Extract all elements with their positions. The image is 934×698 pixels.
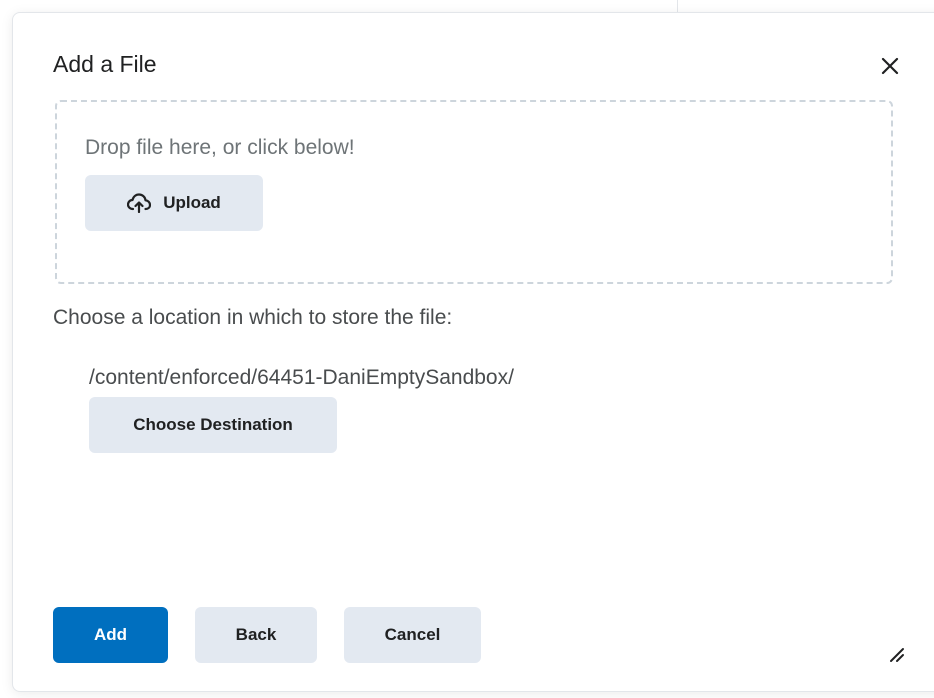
close-icon	[881, 57, 899, 75]
add-button[interactable]: Add	[53, 607, 168, 663]
choose-destination-button[interactable]: Choose Destination	[89, 397, 337, 453]
add-file-dialog: Add a File Drop file here, or click belo…	[12, 12, 934, 692]
cancel-button[interactable]: Cancel	[344, 607, 481, 663]
back-label: Back	[235, 625, 277, 644]
location-label: Choose a location in which to store the …	[53, 306, 453, 329]
upload-cloud-icon	[127, 193, 152, 213]
resize-handle[interactable]	[887, 645, 905, 663]
upload-label: Upload	[163, 193, 221, 212]
background-divider	[677, 0, 678, 12]
add-label: Add	[93, 625, 128, 644]
dialog-title: Add a File	[53, 51, 157, 77]
back-button[interactable]: Back	[195, 607, 317, 663]
close-button[interactable]	[875, 51, 905, 81]
resize-handle-icon	[890, 648, 904, 662]
upload-button[interactable]: Upload	[85, 175, 263, 231]
cancel-label: Cancel	[384, 625, 441, 644]
dropzone-text: Drop file here, or click below!	[85, 136, 355, 159]
destination-path: /content/enforced/64451-DaniEmptySandbox…	[89, 366, 514, 389]
choose-destination-label: Choose Destination	[133, 415, 293, 434]
file-dropzone[interactable]: Drop file here, or click below! Upload	[55, 100, 893, 284]
